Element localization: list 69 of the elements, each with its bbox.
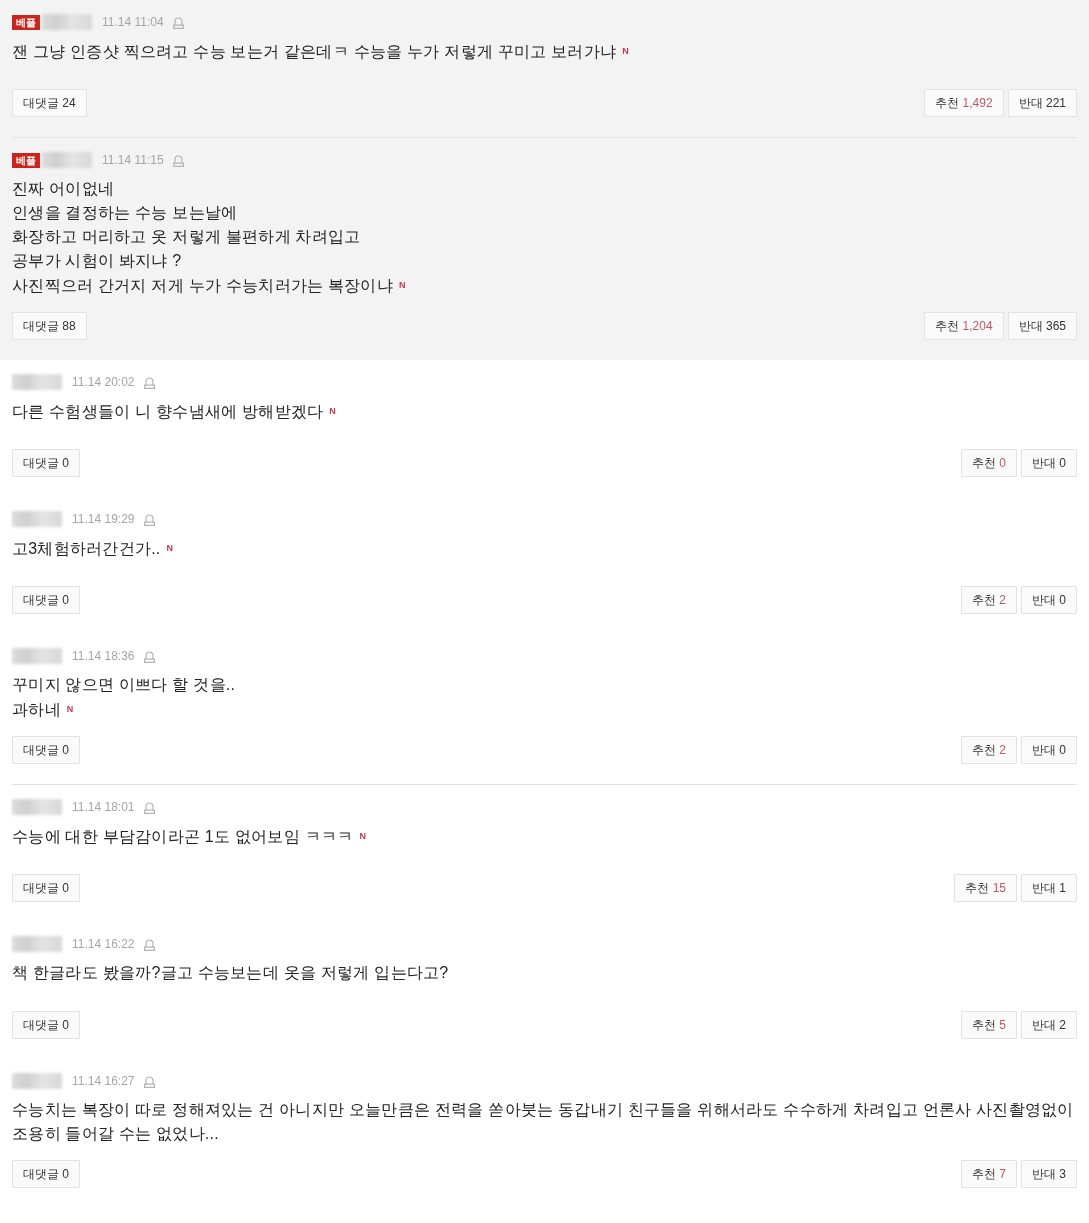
blurred-username	[12, 1073, 62, 1089]
like-button[interactable]: 추천 5	[960, 1011, 1017, 1039]
bell-icon[interactable]	[143, 512, 155, 526]
comment-date: 11.14 18:36	[72, 648, 135, 664]
like-button[interactable]: 추천 2	[960, 586, 1017, 614]
comment-date: 11.14 11:15	[102, 152, 164, 168]
comment-text: 고3체험하러간건가..	[12, 540, 161, 557]
blurred-username	[12, 648, 62, 664]
like-button[interactable]: 추천 0	[960, 449, 1017, 477]
comment-text: 사진찍으러 간거지 저게 누가 수능치러가는 복장이냐	[12, 277, 393, 294]
blurred-username	[12, 374, 62, 390]
bell-icon[interactable]	[143, 649, 155, 663]
reply-button[interactable]: 대댓글 0	[12, 449, 80, 477]
blurred-username	[12, 799, 62, 815]
dislike-button[interactable]: 반대 0	[1021, 449, 1077, 477]
bell-icon[interactable]	[143, 800, 155, 814]
reply-button[interactable]: 대댓글 24	[12, 89, 87, 117]
best-badge: 베플	[12, 14, 40, 30]
reply-button[interactable]: 대댓글 0	[12, 1160, 80, 1188]
dislike-button[interactable]: 반대 3	[1021, 1160, 1077, 1188]
like-button[interactable]: 추천 15	[954, 874, 1017, 902]
comment-date: 11.14 11:04	[102, 14, 164, 30]
best-badge: 베플	[12, 152, 40, 168]
bell-icon[interactable]	[143, 937, 155, 951]
dislike-button[interactable]: 반대 0	[1021, 586, 1077, 614]
new-mark: N	[166, 543, 174, 553]
new-mark: N	[329, 406, 336, 416]
comment-date: 11.14 16:27	[72, 1073, 135, 1089]
comment-text: 과하네	[12, 701, 61, 718]
reply-button[interactable]: 대댓글 0	[12, 874, 80, 902]
reply-button[interactable]: 대댓글 0	[12, 1011, 80, 1039]
reply-button[interactable]: 대댓글 0	[12, 736, 80, 764]
new-mark: N	[66, 704, 74, 714]
dislike-button[interactable]: 반대 1	[1021, 874, 1077, 902]
blurred-username	[42, 14, 92, 30]
comment-text: 공부가 시험이 봐지냐 ?	[12, 252, 182, 269]
comment-text: 진짜 어이없네	[12, 180, 115, 197]
comment-date: 11.14 16:22	[72, 936, 135, 952]
new-mark: N	[622, 46, 629, 56]
comment-date: 11.14 18:01	[72, 799, 135, 815]
comment-text: 꾸미지 않으면 이쁘다 할 것을..	[12, 676, 236, 693]
like-button[interactable]: 추천 2	[960, 736, 1017, 764]
comment-text: 화장하고 머리하고 옷 저렇게 불편하게 차려입고	[12, 228, 361, 245]
comment-text: 잰 그냥 인증샷 찍으려고 수능 보는거 같은데ㅋ 수능을 누가 저렇게 꾸미고 보러가냐	[12, 43, 617, 60]
reply-button[interactable]: 대댓글 0	[12, 586, 80, 614]
comment-text: 수능에 대한 부담감이라곤 1도 없어보임 ㅋㅋㅋ	[12, 828, 354, 845]
dislike-button[interactable]: 반대 221	[1007, 89, 1077, 117]
like-button[interactable]: 추천 1,204	[924, 312, 1004, 340]
blurred-username	[42, 152, 92, 168]
dislike-button[interactable]: 반대 2	[1021, 1011, 1077, 1039]
new-mark: N	[399, 280, 406, 290]
blurred-username	[12, 511, 62, 527]
like-button[interactable]: 추천 1,492	[924, 89, 1004, 117]
dislike-button[interactable]: 반대 0	[1021, 736, 1077, 764]
comment-text: 다른 수험생들이 니 향수냄새에 방해받겠다	[12, 403, 324, 420]
bell-icon[interactable]	[143, 375, 155, 389]
new-mark: N	[359, 831, 366, 841]
comment-text: 인생을 결정하는 수능 보는날에	[12, 204, 238, 221]
comment-text: 책 한글라도 봤을까?글고 수능보는데 옷을 저렇게 입는다고?	[12, 964, 449, 981]
reply-button[interactable]: 대댓글 88	[12, 312, 87, 340]
comment-text: 수능치는 복장이 따로 정해져있는 건 아니지만 오늘만큼은 전력을 쏟아붓는 동갑내기 친구들을 위해서라도 수수하게 차려입고 언론사 사진촬영없이 조용히 들어갈 수는 없었나...	[12, 1101, 1074, 1142]
bell-icon[interactable]	[143, 1074, 155, 1088]
bell-icon[interactable]	[172, 15, 184, 29]
dislike-button[interactable]: 반대 365	[1007, 312, 1077, 340]
comment-date: 11.14 20:02	[72, 374, 135, 390]
like-button[interactable]: 추천 7	[960, 1160, 1017, 1188]
comment-date: 11.14 19:29	[72, 511, 135, 527]
bell-icon[interactable]	[172, 153, 184, 167]
blurred-username	[12, 936, 62, 952]
